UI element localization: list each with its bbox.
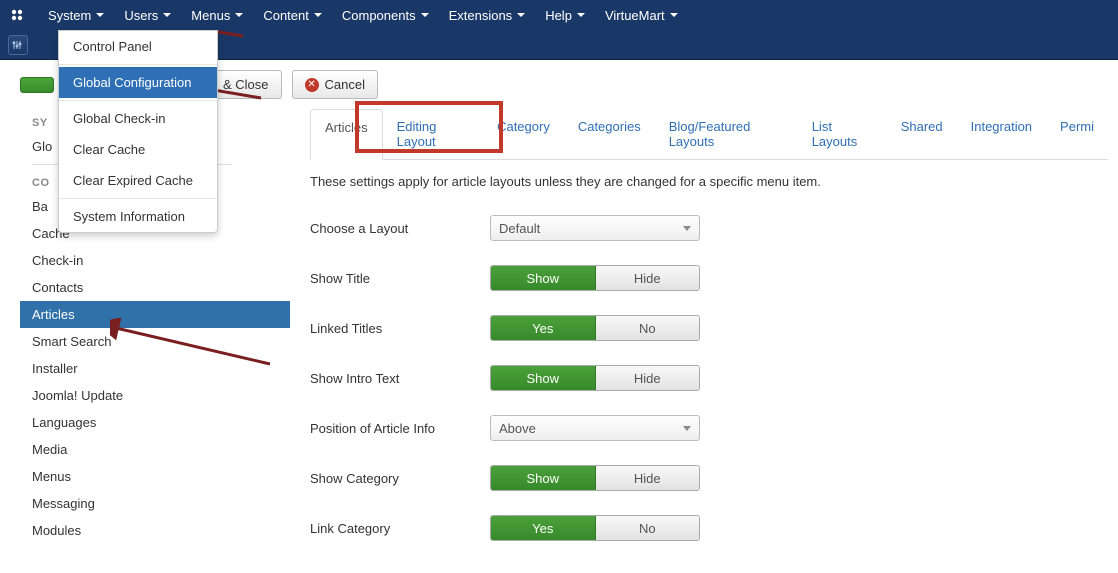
dropdown-item-clear-cache[interactable]: Clear Cache bbox=[59, 134, 217, 165]
field-label: Show Category bbox=[310, 471, 490, 486]
field-label: Choose a Layout bbox=[310, 221, 490, 236]
caret-down-icon bbox=[421, 13, 429, 17]
field-label: Linked Titles bbox=[310, 321, 490, 336]
toggle-on[interactable]: Show bbox=[491, 466, 596, 490]
topmenu-label: Components bbox=[342, 8, 416, 23]
tab-integration[interactable]: Integration bbox=[957, 109, 1046, 159]
topmenu-label: Help bbox=[545, 8, 572, 23]
field-label: Position of Article Info bbox=[310, 421, 490, 436]
topmenu-label: VirtueMart bbox=[605, 8, 665, 23]
cancel-button[interactable]: ✕ Cancel bbox=[292, 70, 378, 99]
toggle-on[interactable]: Show bbox=[491, 266, 596, 290]
main-panel: ArticlesEditing LayoutCategoryCategories… bbox=[290, 109, 1108, 553]
tab-shared[interactable]: Shared bbox=[887, 109, 957, 159]
toggle-off[interactable]: No bbox=[596, 316, 700, 340]
topmenu-extensions[interactable]: Extensions bbox=[439, 1, 536, 30]
top-menu-bar: System Users Menus Content Components Extensi… bbox=[0, 0, 1118, 30]
control-panel-icon[interactable] bbox=[8, 35, 28, 55]
toggle-off[interactable]: No bbox=[596, 516, 700, 540]
save-close-label: & Close bbox=[223, 77, 269, 92]
topmenu-system[interactable]: System bbox=[38, 1, 114, 30]
select-choose-a-layout[interactable]: Default bbox=[490, 215, 700, 241]
select-position-of-article-info[interactable]: Above bbox=[490, 415, 700, 441]
toggle-linked-titles[interactable]: YesNo bbox=[490, 315, 700, 341]
caret-down-icon bbox=[235, 13, 243, 17]
topmenu-label: Extensions bbox=[449, 8, 513, 23]
dropdown-item-clear-expired-cache[interactable]: Clear Expired Cache bbox=[59, 165, 217, 196]
dropdown-item-global-configuration[interactable]: Global Configuration bbox=[59, 67, 217, 98]
topmenu-users[interactable]: Users bbox=[114, 1, 181, 30]
caret-down-icon bbox=[517, 13, 525, 17]
form-row: Linked TitlesYesNo bbox=[310, 303, 1108, 353]
save-close-button[interactable]: & Close bbox=[216, 70, 282, 99]
dropdown-item-control-panel[interactable]: Control Panel bbox=[59, 31, 217, 62]
sidebar-item-media[interactable]: Media bbox=[20, 436, 290, 463]
toggle-link-category[interactable]: YesNo bbox=[490, 515, 700, 541]
toggle-on[interactable]: Show bbox=[491, 366, 596, 390]
topmenu-content[interactable]: Content bbox=[253, 1, 332, 30]
topmenu-virtuemart[interactable]: VirtueMart bbox=[595, 1, 688, 30]
system-dropdown: Control Panel Global Configuration Global … bbox=[58, 30, 218, 233]
tab-editing-layout[interactable]: Editing Layout bbox=[383, 109, 483, 159]
topmenu-menus[interactable]: Menus bbox=[181, 1, 253, 30]
topmenu-label: Content bbox=[263, 8, 309, 23]
field-label: Link Category bbox=[310, 521, 490, 536]
caret-down-icon bbox=[577, 13, 585, 17]
topmenu-components[interactable]: Components bbox=[332, 1, 439, 30]
form-row: Position of Article Info Above bbox=[310, 403, 1108, 453]
sidebar-item-messaging[interactable]: Messaging bbox=[20, 490, 290, 517]
sidebar-item-contacts[interactable]: Contacts bbox=[20, 274, 290, 301]
caret-down-icon bbox=[163, 13, 171, 17]
sidebar-item-modules[interactable]: Modules bbox=[20, 517, 290, 544]
field-label: Show Intro Text bbox=[310, 371, 490, 386]
caret-down-icon bbox=[96, 13, 104, 17]
toggle-show-intro-text[interactable]: ShowHide bbox=[490, 365, 700, 391]
toggle-off[interactable]: Hide bbox=[596, 366, 700, 390]
cancel-icon: ✕ bbox=[305, 78, 319, 92]
sidebar-item-installer[interactable]: Installer bbox=[20, 355, 290, 382]
chevron-down-icon bbox=[683, 426, 691, 431]
topmenu-label: System bbox=[48, 8, 91, 23]
description-text: These settings apply for article layouts… bbox=[310, 160, 1108, 203]
sidebar-item-menus[interactable]: Menus bbox=[20, 463, 290, 490]
topmenu-help[interactable]: Help bbox=[535, 1, 595, 30]
form-row: Show CategoryShowHide bbox=[310, 453, 1108, 503]
tab-articles[interactable]: Articles bbox=[310, 109, 383, 160]
cancel-label: Cancel bbox=[325, 77, 365, 92]
toggle-off[interactable]: Hide bbox=[596, 466, 700, 490]
toggle-show-title[interactable]: ShowHide bbox=[490, 265, 700, 291]
dropdown-item-system-information[interactable]: System Information bbox=[59, 201, 217, 232]
select-value: Above bbox=[499, 421, 536, 436]
field-label: Show Title bbox=[310, 271, 490, 286]
topmenu-label: Menus bbox=[191, 8, 230, 23]
tab-permi[interactable]: Permi bbox=[1046, 109, 1108, 159]
tabs-bar: ArticlesEditing LayoutCategoryCategories… bbox=[310, 109, 1108, 160]
caret-down-icon bbox=[670, 13, 678, 17]
select-value: Default bbox=[499, 221, 540, 236]
toggle-on[interactable]: Yes bbox=[491, 516, 596, 540]
toggle-on[interactable]: Yes bbox=[491, 316, 596, 340]
topmenu-label: Users bbox=[124, 8, 158, 23]
sidebar-item-smart-search[interactable]: Smart Search bbox=[20, 328, 290, 355]
form-row: Show TitleShowHide bbox=[310, 253, 1108, 303]
caret-down-icon bbox=[314, 13, 322, 17]
save-button[interactable] bbox=[20, 77, 54, 93]
dropdown-item-global-check-in[interactable]: Global Check-in bbox=[59, 103, 217, 134]
chevron-down-icon bbox=[683, 226, 691, 231]
form-row: Show Intro TextShowHide bbox=[310, 353, 1108, 403]
form-row: Choose a Layout Default bbox=[310, 203, 1108, 253]
toggle-off[interactable]: Hide bbox=[596, 266, 700, 290]
sidebar-item-check-in[interactable]: Check-in bbox=[20, 247, 290, 274]
tab-blog-featured-layouts[interactable]: Blog/Featured Layouts bbox=[655, 109, 798, 159]
tab-categories[interactable]: Categories bbox=[564, 109, 655, 159]
sidebar-item-joomla-update[interactable]: Joomla! Update bbox=[20, 382, 290, 409]
tab-list-layouts[interactable]: List Layouts bbox=[798, 109, 887, 159]
sidebar-item-languages[interactable]: Languages bbox=[20, 409, 290, 436]
sidebar-item-articles[interactable]: Articles bbox=[20, 301, 290, 328]
form-row: Link CategoryYesNo bbox=[310, 503, 1108, 553]
tab-category[interactable]: Category bbox=[483, 109, 564, 159]
toggle-show-category[interactable]: ShowHide bbox=[490, 465, 700, 491]
joomla-icon[interactable] bbox=[8, 6, 26, 24]
